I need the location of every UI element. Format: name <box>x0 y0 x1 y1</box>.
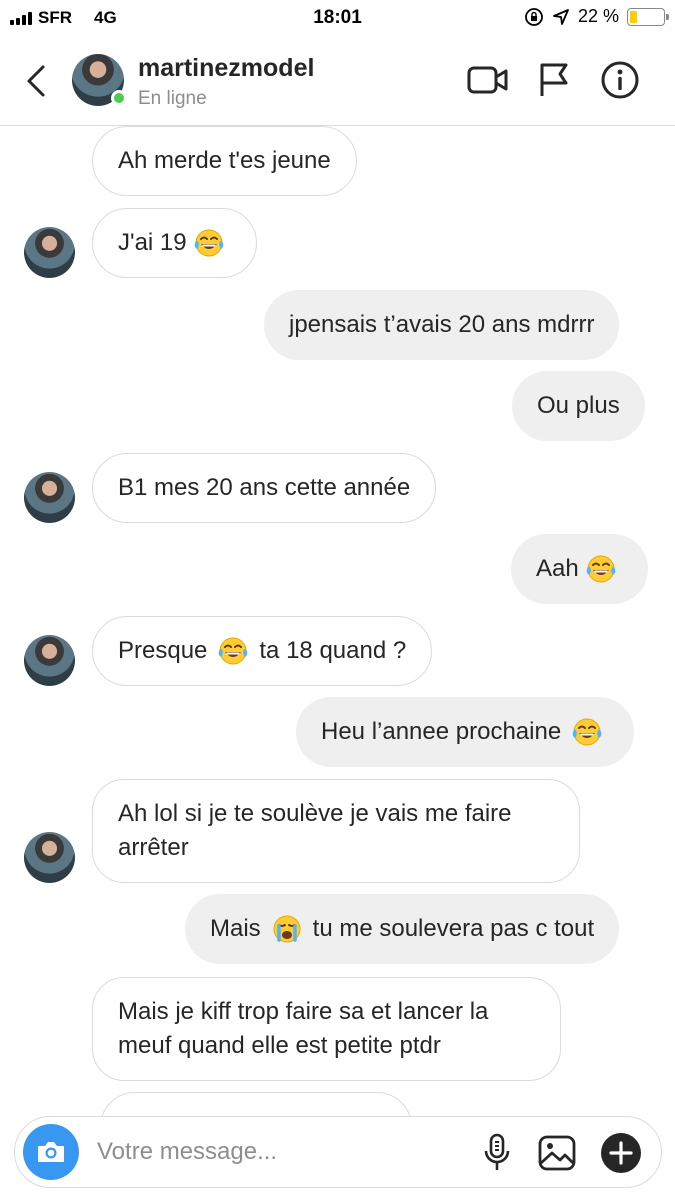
camera-icon <box>38 1142 64 1162</box>
video-camera-icon <box>467 66 508 94</box>
message-text: Ou plus <box>537 392 620 419</box>
sender-avatar[interactable] <box>24 472 75 523</box>
message-sent[interactable]: jpensais t’avais 20 ans mdrrr <box>264 290 620 360</box>
message-text: B1 mes 20 ans cette année <box>118 474 411 501</box>
battery-percentage: 22 % <box>577 6 619 26</box>
message-sent[interactable]: Heu l’annee prochaine <box>296 697 635 767</box>
status-bar: SFR 4G 18:01 22 % <box>0 0 675 36</box>
plus-icon <box>601 1133 641 1173</box>
message-text: Ah merde t'es jeune <box>118 147 331 174</box>
back-button[interactable] <box>24 64 50 98</box>
report-button[interactable] <box>532 60 576 100</box>
tears-of-joy-emoji-icon <box>572 718 602 746</box>
tears-of-joy-emoji-icon <box>219 637 248 665</box>
sender-avatar[interactable] <box>24 635 75 686</box>
sender-avatar[interactable] <box>24 832 75 883</box>
message-text: Aah <box>536 555 579 582</box>
flag-icon <box>540 63 568 96</box>
message-received[interactable]: J'ai 19 <box>92 208 257 278</box>
gallery-icon <box>538 1135 576 1171</box>
battery-icon <box>627 7 669 26</box>
contact-avatar[interactable] <box>72 54 127 106</box>
message-text: tu me soulevera pas c tout <box>312 915 595 942</box>
message-received[interactable]: Mais je kiff trop faire sa et lancer la … <box>92 977 561 1081</box>
orientation-lock-icon <box>525 7 543 26</box>
loudly-crying-emoji-icon <box>273 915 301 943</box>
online-indicator <box>111 90 127 106</box>
message-composer <box>14 1116 662 1188</box>
back-arrow-icon <box>27 65 45 97</box>
message-received-partial[interactable] <box>100 1092 412 1116</box>
message-received[interactable]: Ah merde t'es jeune <box>92 126 357 196</box>
message-received[interactable]: Ah lol si je te soulève je vais me faire… <box>92 779 580 883</box>
message-text: Mais <box>210 915 261 942</box>
message-text: Presque <box>118 637 208 664</box>
sender-avatar[interactable] <box>24 227 75 278</box>
message-received[interactable]: B1 mes 20 ans cette année <box>92 453 437 523</box>
more-options-button[interactable] <box>599 1131 643 1175</box>
message-sent[interactable]: Ou plus <box>512 371 645 441</box>
message-sent[interactable]: Aah <box>511 534 648 604</box>
message-text: ta 18 quand ? <box>259 637 407 664</box>
message-thread[interactable]: Ah merde t'es jeune J'ai 19 jpensais t’a… <box>0 126 675 1116</box>
message-text: Ah lol si je te soulève je vais me faire… <box>118 800 512 861</box>
message-sent[interactable]: Mais tu me soulevera pas c tout <box>185 894 620 964</box>
camera-button[interactable] <box>23 1124 79 1180</box>
tears-of-joy-emoji-icon <box>194 229 223 257</box>
message-text: Heu l’annee prochaine <box>321 718 562 745</box>
message-text: Mais je kiff trop faire sa et lancer la … <box>118 998 489 1059</box>
battery-level-fill <box>630 10 638 23</box>
contact-username[interactable]: martinezmodel <box>138 54 314 83</box>
chat-header: martinezmodel En ligne <box>0 36 675 126</box>
video-call-button[interactable] <box>466 60 510 100</box>
info-button[interactable] <box>598 60 642 100</box>
contact-status: En ligne <box>138 88 207 109</box>
voice-message-button[interactable] <box>475 1131 519 1175</box>
gallery-button[interactable] <box>535 1131 579 1175</box>
info-icon <box>601 61 639 99</box>
microphone-icon <box>484 1133 510 1170</box>
message-input[interactable] <box>97 1131 467 1173</box>
message-text: J'ai 19 <box>118 229 187 256</box>
tears-of-joy-emoji-icon <box>586 555 615 583</box>
location-arrow-icon <box>553 8 569 25</box>
message-received[interactable]: Presque ta 18 quand ? <box>92 616 433 686</box>
message-text: jpensais t’avais 20 ans mdrrr <box>289 311 595 338</box>
